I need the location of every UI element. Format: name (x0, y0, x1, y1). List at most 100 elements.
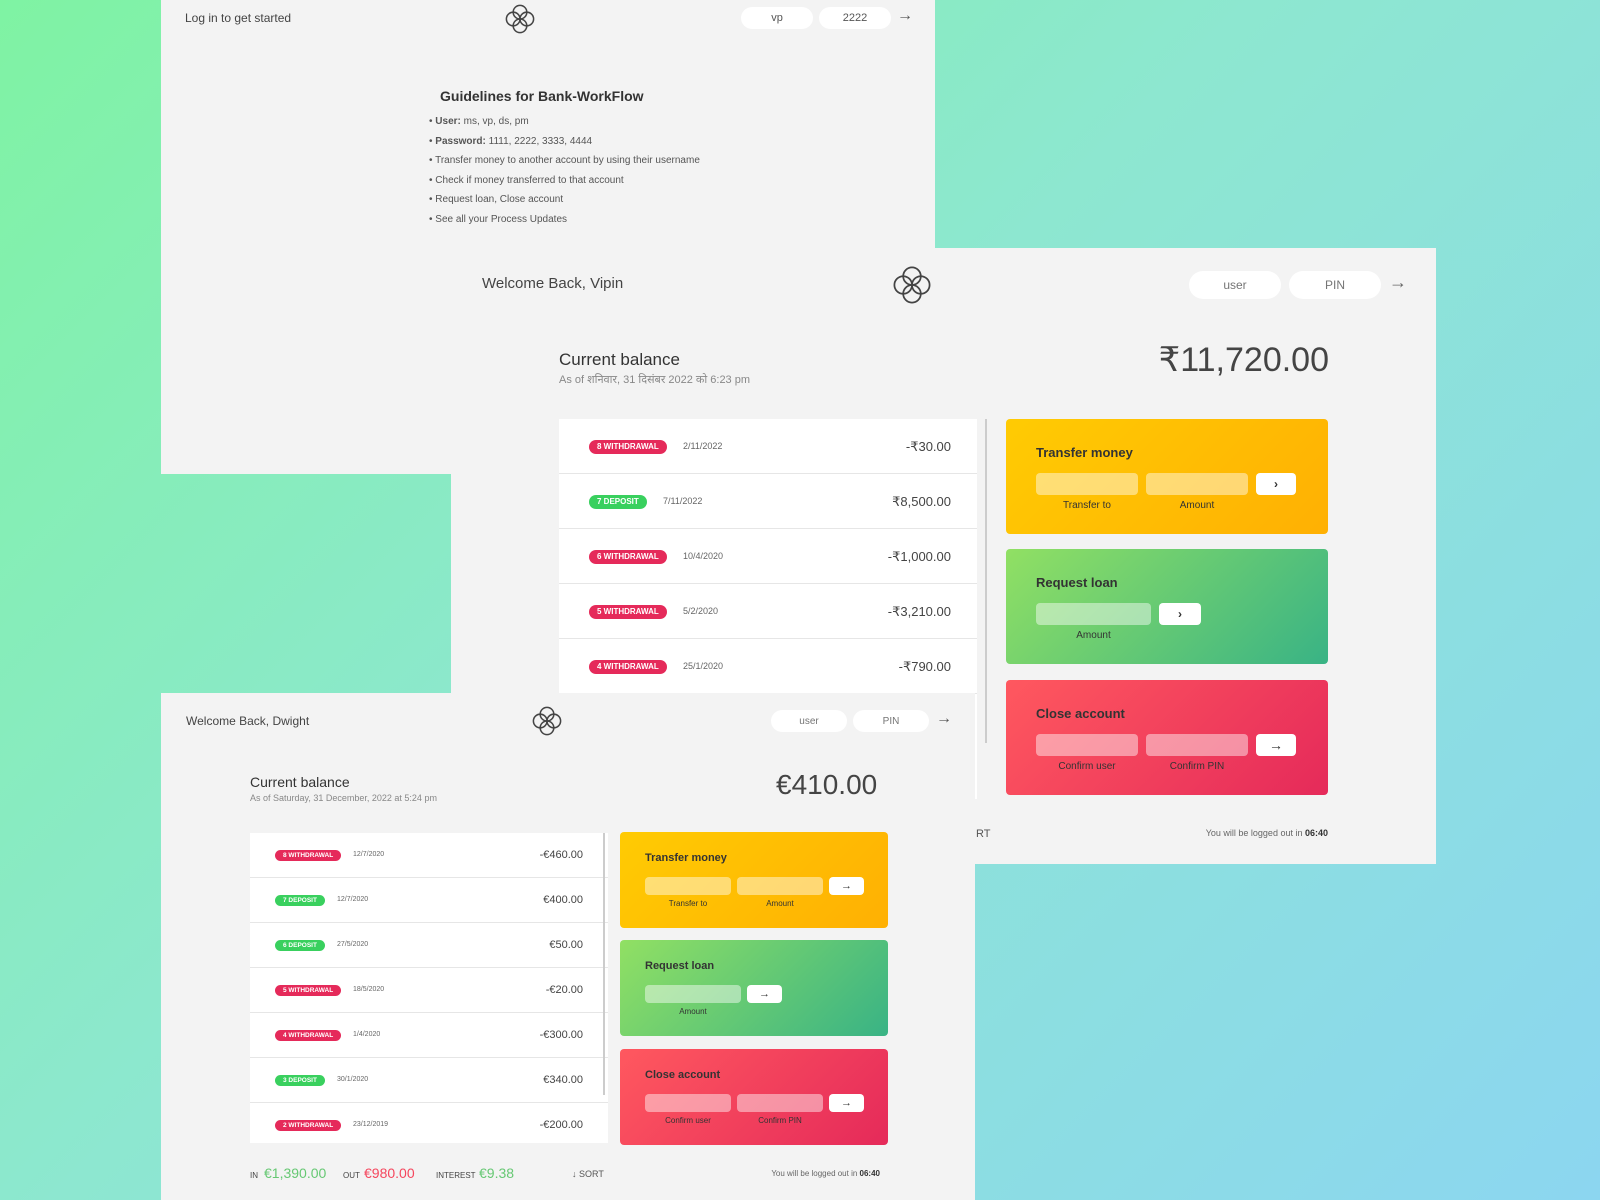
withdrawal-badge: 4 withdrawal (275, 1030, 342, 1041)
loan-amount-input[interactable] (645, 985, 741, 1003)
movement-date: 5/2/2020 (683, 606, 719, 616)
dwight-app-panel: Welcome Back, Dwight → Current balance A… (161, 693, 975, 1200)
close-user-label: Confirm user (1058, 761, 1116, 772)
balance-date: As of Saturday, 31 December, 2022 at 5:2… (250, 793, 437, 803)
request-loan-card: Request loan › Amount (1006, 549, 1328, 664)
deposit-badge: 7 deposit (589, 494, 647, 509)
summary-interest-value: €9.38 (479, 1165, 515, 1181)
movement-date: 7/11/2022 (663, 496, 703, 506)
login-user-input[interactable] (1189, 271, 1281, 299)
balance-label: Current balance (559, 350, 680, 369)
login-arrow-button[interactable]: → (1389, 272, 1407, 293)
close-account-card: Close account → Confirm user Confirm PIN (1006, 680, 1328, 795)
loan-submit-button[interactable]: → (747, 985, 782, 1003)
movement-row: 8 withdrawal 12/7/2020 -€460.00 (250, 833, 608, 878)
transfer-title: Transfer money (1036, 445, 1133, 460)
movement-row: 7 deposit 7/11/2022 ₹8,500.00 (559, 474, 977, 529)
movement-date: 18/5/2020 (353, 986, 385, 993)
login-pin-input[interactable] (819, 7, 891, 29)
movement-row: 6 deposit 27/5/2020 €50.00 (250, 923, 608, 968)
close-user-input[interactable] (1036, 734, 1138, 756)
close-user-input[interactable] (645, 1094, 731, 1112)
movement-row: 7 deposit 12/7/2020 €400.00 (250, 878, 608, 923)
movement-row: 4 withdrawal 25/1/2020 -₹790.00 (559, 639, 977, 694)
sort-button[interactable]: RT (976, 828, 990, 840)
movement-value: -₹3,210.00 (887, 604, 951, 619)
transfer-submit-button[interactable]: › (1256, 473, 1296, 495)
close-submit-button[interactable]: → (829, 1094, 864, 1112)
guideline-item: • Check if money transferred to that acc… (429, 174, 624, 186)
transfer-money-card: Transfer money › Transfer to Amount (1006, 419, 1328, 534)
withdrawal-badge: 4 withdrawal (589, 659, 667, 674)
movement-row: 5 withdrawal 18/5/2020 -€20.00 (250, 968, 608, 1013)
login-prompt: Log in to get started (185, 11, 292, 25)
guideline-item: • User: ms, vp, ds, pm (429, 116, 529, 127)
welcome-message: Welcome Back, Dwight (186, 714, 310, 728)
movement-value: -€20.00 (545, 984, 583, 996)
movement-value: ₹8,500.00 (892, 494, 951, 509)
movement-date: 27/5/2020 (337, 941, 369, 948)
transfer-to-label: Transfer to (668, 899, 708, 908)
loan-amount-input[interactable] (1036, 603, 1151, 625)
movement-date: 12/7/2020 (353, 851, 385, 858)
transfer-to-input[interactable] (645, 877, 731, 895)
loan-submit-button[interactable]: › (1159, 603, 1201, 625)
movement-row: 2 withdrawal 23/12/2019 -€200.00 (250, 1103, 608, 1143)
sort-button[interactable]: ↓ SORT (572, 1169, 604, 1179)
transfer-title: Transfer money (645, 852, 727, 864)
movement-value: €400.00 (543, 894, 583, 906)
balance-label: Current balance (250, 774, 350, 790)
withdrawal-badge: 5 withdrawal (275, 985, 342, 996)
transfer-to-label: Transfer to (1063, 500, 1111, 511)
guideline-item: • Transfer money to another account by u… (429, 155, 700, 166)
summary-out-label: OUT (343, 1171, 360, 1180)
summary-in-value: €1,390.00 (264, 1165, 327, 1181)
close-pin-input[interactable] (1146, 734, 1248, 756)
transfer-to-input[interactable] (1036, 473, 1138, 495)
login-pin-input[interactable] (853, 710, 929, 732)
transfer-amount-label: Amount (1179, 500, 1215, 511)
close-pin-input[interactable] (737, 1094, 823, 1112)
login-user-input[interactable] (771, 710, 847, 732)
logout-timer-text: You will be logged out in 06:40 (771, 1169, 880, 1178)
withdrawal-badge: 8 withdrawal (275, 850, 342, 861)
transfer-amount-input[interactable] (737, 877, 823, 895)
close-user-label: Confirm user (665, 1116, 711, 1125)
movements-scrollbar[interactable] (985, 419, 987, 743)
login-arrow-button[interactable]: → (936, 710, 952, 728)
movement-value: -₹1,000.00 (887, 549, 951, 564)
request-loan-card: Request loan → Amount (620, 940, 888, 1036)
movement-row: 5 withdrawal 5/2/2020 -₹3,210.00 (559, 584, 977, 639)
movement-date: 12/7/2020 (337, 896, 369, 903)
movements-list[interactable]: 8 withdrawal 12/7/2020 -€460.00 7 deposit 12… (250, 833, 608, 1143)
guideline-item: • See all your Process Updates (429, 213, 568, 225)
withdrawal-badge: 8 withdrawal (589, 439, 667, 454)
movement-row: 4 withdrawal 1/4/2020 -€300.00 (250, 1013, 608, 1058)
withdrawal-badge: 5 withdrawal (589, 604, 667, 619)
close-pin-label: Confirm PIN (758, 1116, 802, 1125)
summary-out-value: €980.00 (364, 1165, 415, 1181)
summary-interest-label: INTEREST (436, 1171, 476, 1180)
login-pin-input[interactable] (1289, 271, 1381, 299)
withdrawal-badge: 6 withdrawal (589, 549, 667, 564)
login-arrow-button[interactable]: → (897, 7, 913, 25)
movement-value: -€200.00 (539, 1119, 583, 1131)
movement-value: -€460.00 (539, 849, 583, 861)
movement-value: -₹790.00 (898, 659, 951, 674)
movement-date: 2/11/2022 (683, 441, 723, 451)
movement-value: €340.00 (543, 1074, 583, 1086)
balance-value: ₹11,720.00 (1158, 341, 1329, 379)
loan-title: Request loan (645, 960, 715, 972)
loan-amount-label: Amount (679, 1007, 707, 1016)
transfer-submit-button[interactable]: → (829, 877, 864, 895)
close-pin-label: Confirm PIN (1169, 761, 1225, 772)
movement-date: 1/4/2020 (353, 1031, 381, 1038)
movement-date: 23/12/2019 (353, 1121, 389, 1128)
transfer-amount-input[interactable] (1146, 473, 1248, 495)
guideline-item: • Request loan, Close account (429, 194, 564, 205)
balance-value: €410.00 (776, 769, 878, 800)
close-submit-button[interactable]: → (1256, 734, 1296, 756)
login-user-input[interactable] (741, 7, 813, 29)
movements-scrollbar[interactable] (603, 833, 605, 1095)
guidelines-list: • User: ms, vp, ds, pm • Password: 1111,… (429, 116, 700, 233)
